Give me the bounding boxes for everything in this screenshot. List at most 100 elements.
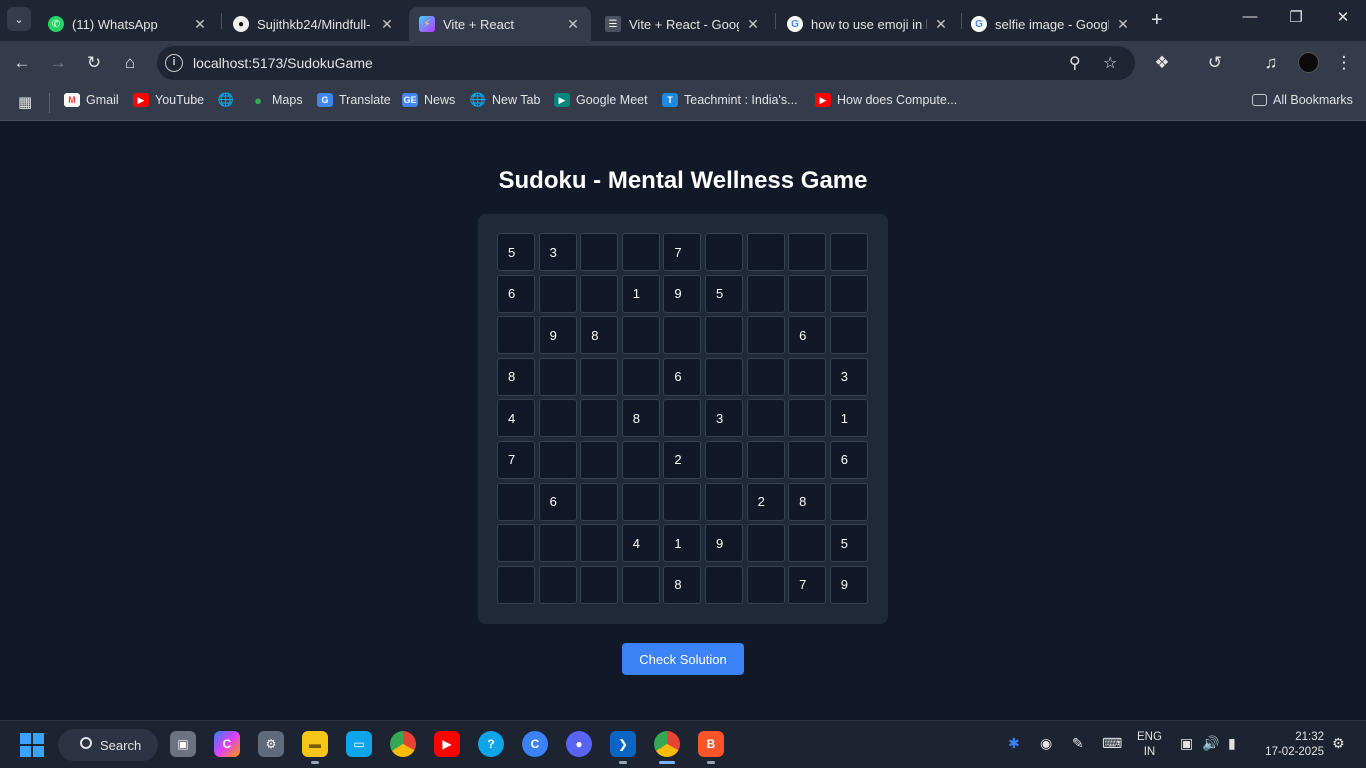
bookmark-translate[interactable]: G Translate (317, 93, 391, 107)
tab-emoji-search[interactable]: G how to use emoji in l ✕ (777, 7, 959, 41)
sudoku-cell[interactable] (746, 440, 785, 479)
tab-github[interactable]: ● Sujithkb24/Mindfull- ✕ (223, 7, 405, 41)
back-button[interactable]: ← (10, 51, 34, 75)
sudoku-cell[interactable]: 8 (788, 482, 827, 521)
sudoku-cell[interactable] (788, 357, 827, 396)
canva-icon[interactable]: C (522, 731, 548, 757)
sudoku-cell[interactable] (746, 357, 785, 396)
sudoku-cell[interactable] (538, 357, 577, 396)
keyboard-icon[interactable]: ⌨ (1102, 735, 1122, 752)
sudoku-cell[interactable] (788, 233, 827, 271)
sudoku-cell[interactable] (580, 233, 619, 271)
sudoku-cell[interactable] (538, 440, 577, 479)
apps-button[interactable]: ▦ (18, 93, 32, 111)
language-indicator[interactable]: ENG IN (1137, 730, 1162, 760)
close-icon[interactable]: ✕ (192, 16, 208, 33)
sudoku-cell[interactable]: 7 (663, 233, 702, 271)
sudoku-cell[interactable] (704, 357, 743, 396)
bookmark-google-meet[interactable]: ▶ Google Meet (554, 93, 648, 107)
task-view-icon[interactable]: ▣ (170, 731, 196, 757)
help-icon[interactable]: ? (478, 731, 504, 757)
sudoku-cell[interactable]: 2 (746, 482, 785, 521)
vscode-icon[interactable]: ❯ (610, 731, 636, 764)
sudoku-cell[interactable]: 6 (497, 274, 535, 313)
sudoku-cell[interactable]: 2 (663, 440, 702, 479)
history-button[interactable]: ↺ (1203, 51, 1227, 75)
sudoku-cell[interactable] (621, 316, 660, 355)
tab-whatsapp[interactable]: ✆ (11) WhatsApp ✕ (38, 7, 218, 41)
copilot-icon[interactable]: C (214, 731, 240, 757)
sudoku-cell[interactable]: 5 (704, 274, 743, 313)
sudoku-cell[interactable]: 5 (829, 524, 868, 563)
bookmark-news[interactable]: GE News (402, 93, 455, 107)
sudoku-cell[interactable] (497, 316, 535, 355)
network-icon[interactable]: ▣ (1180, 735, 1193, 752)
sudoku-cell[interactable] (746, 274, 785, 313)
sudoku-cell[interactable]: 8 (580, 316, 619, 355)
sudoku-cell[interactable] (580, 440, 619, 479)
close-icon[interactable]: ✕ (745, 16, 761, 33)
bookmark-star-icon[interactable]: ☆ (1103, 53, 1117, 73)
sudoku-cell[interactable]: 8 (663, 565, 702, 604)
sudoku-cell[interactable]: 1 (663, 524, 702, 563)
sudoku-cell[interactable]: 7 (788, 565, 827, 604)
sudoku-cell[interactable]: 1 (829, 399, 868, 438)
all-bookmarks-button[interactable]: All Bookmarks (1252, 93, 1353, 107)
sudoku-cell[interactable]: 4 (621, 524, 660, 563)
site-info-icon[interactable]: i (165, 54, 183, 72)
pen-menu-icon[interactable]: ✎ (1072, 735, 1084, 752)
sudoku-cell[interactable] (663, 316, 702, 355)
sudoku-cell[interactable]: 9 (663, 274, 702, 313)
bookmark-new-tab[interactable]: 🌐 New Tab (470, 92, 541, 107)
tab-selfie-search[interactable]: G selfie image - Google ✕ (961, 7, 1141, 41)
close-icon[interactable]: ✕ (933, 16, 949, 33)
taskbar-search[interactable]: Search (58, 729, 158, 761)
sudoku-cell[interactable] (746, 524, 785, 563)
sudoku-cell[interactable]: 3 (829, 357, 868, 396)
close-icon[interactable]: ✕ (565, 16, 581, 33)
close-window-button[interactable]: ✕ (1333, 8, 1353, 26)
menu-button[interactable]: ⋮ (1332, 51, 1356, 75)
sudoku-cell[interactable] (538, 399, 577, 438)
grammarly-icon[interactable]: ◉ (1040, 735, 1052, 752)
address-bar[interactable]: i localhost:5173/SudokuGame ⚲ ☆ (157, 46, 1135, 80)
reload-button[interactable]: ↻ (82, 51, 106, 75)
sudoku-cell[interactable] (580, 274, 619, 313)
restore-button[interactable]: ❐ (1286, 8, 1306, 26)
sudoku-cell[interactable] (746, 233, 785, 271)
sudoku-cell[interactable]: 7 (497, 440, 535, 479)
bookmark-globe[interactable]: 🌐 (218, 92, 240, 107)
sudoku-cell[interactable] (746, 316, 785, 355)
sudoku-cell[interactable] (704, 233, 743, 271)
check-solution-button[interactable]: Check Solution (622, 643, 744, 675)
bookmark-gmail[interactable]: M Gmail (64, 93, 119, 107)
bookmark-youtube[interactable]: ▶ YouTube (133, 93, 204, 107)
battery-icon[interactable]: ▮ (1228, 735, 1236, 752)
sudoku-cell[interactable] (497, 565, 535, 604)
forward-button[interactable]: → (46, 51, 70, 75)
profile-avatar[interactable] (1298, 52, 1319, 73)
sudoku-cell[interactable]: 6 (788, 316, 827, 355)
sudoku-cell[interactable]: 8 (621, 399, 660, 438)
sudoku-cell[interactable] (621, 357, 660, 396)
sudoku-cell[interactable] (746, 565, 785, 604)
sudoku-cell[interactable] (704, 316, 743, 355)
sudoku-cell[interactable] (704, 440, 743, 479)
sudoku-cell[interactable] (538, 274, 577, 313)
new-tab-button[interactable]: + (1151, 9, 1163, 32)
sudoku-cell[interactable] (829, 233, 868, 271)
file-explorer-icon[interactable]: ▬ (302, 731, 328, 764)
sudoku-cell[interactable]: 3 (538, 233, 577, 271)
settings-icon[interactable]: ⚙ (258, 731, 284, 757)
sudoku-cell[interactable] (746, 399, 785, 438)
sudoku-cell[interactable]: 6 (538, 482, 577, 521)
chrome-icon[interactable] (390, 731, 416, 757)
bookmark-maps[interactable]: ● Maps (250, 93, 303, 108)
remote-desktop-icon[interactable]: ▭ (346, 731, 372, 757)
sudoku-cell[interactable] (621, 565, 660, 604)
sudoku-cell[interactable] (829, 482, 868, 521)
sudoku-cell[interactable] (538, 565, 577, 604)
tab-vite-react[interactable]: ⚡ Vite + React ✕ (409, 7, 591, 41)
bluetooth-icon[interactable]: ✱ (1008, 735, 1020, 752)
sudoku-cell[interactable] (538, 524, 577, 563)
